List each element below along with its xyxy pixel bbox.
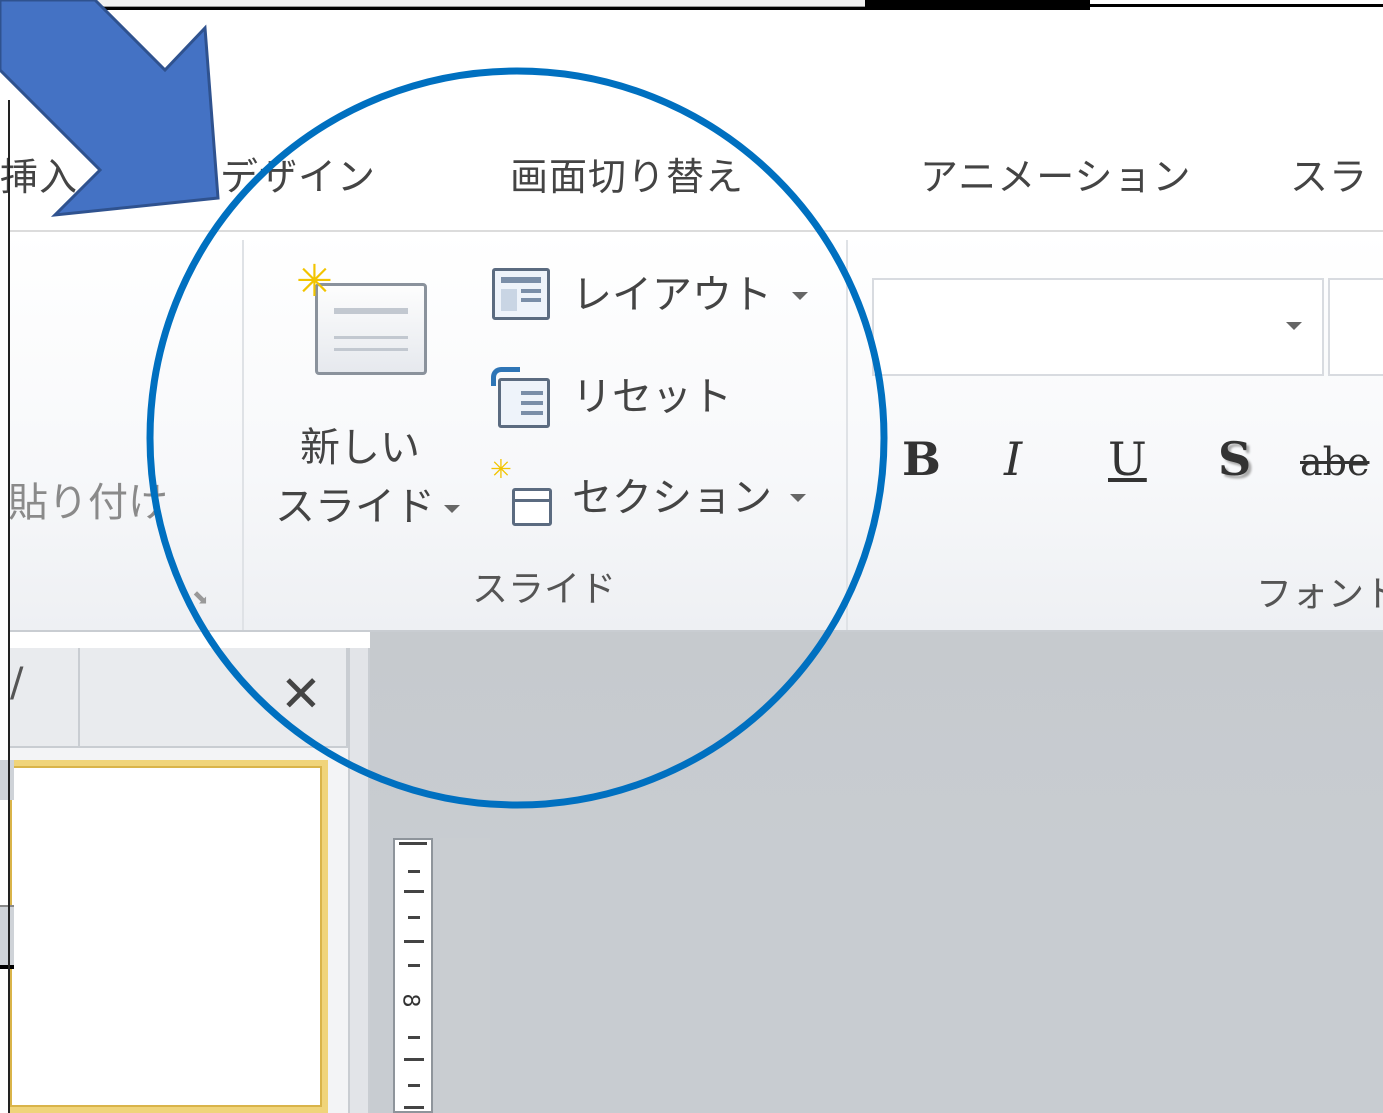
annotation-overlay [0,0,888,809]
pointer-arrow [0,0,220,217]
highlight-circle [146,67,888,809]
